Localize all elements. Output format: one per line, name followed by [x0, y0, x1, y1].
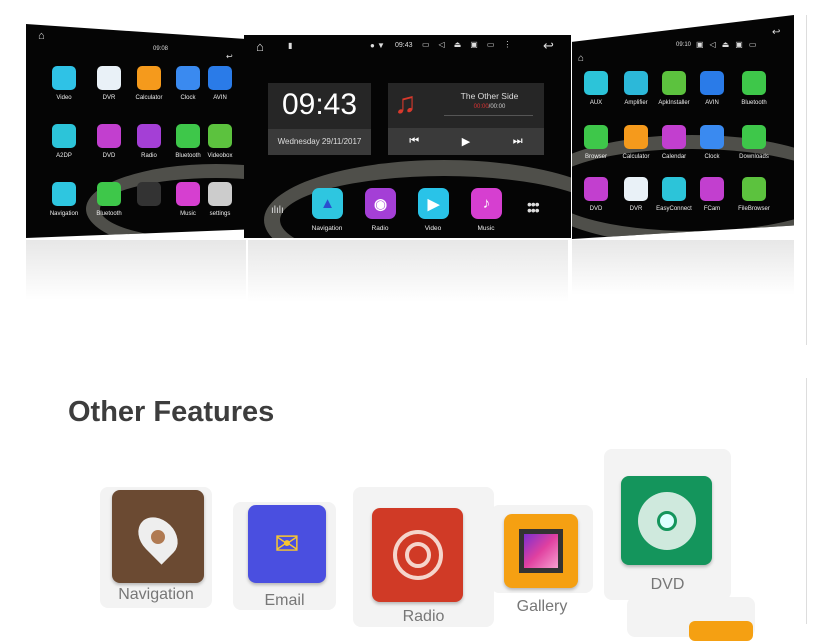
app-icon[interactable] [137, 66, 161, 90]
app-icon[interactable] [624, 177, 648, 201]
app-label: Bluetooth [96, 211, 122, 217]
app-label: FileBrowser [738, 206, 770, 212]
app-icon[interactable] [742, 177, 766, 201]
app-icon[interactable] [52, 66, 76, 90]
play-icon[interactable]: ▶ [462, 135, 470, 148]
app-icon[interactable] [584, 71, 608, 95]
podcast-icon[interactable]: ◉ [365, 188, 396, 219]
track-total: /00:00 [488, 104, 506, 110]
home-icon[interactable]: ⌂ [38, 30, 45, 42]
clock-time: 09:43 [281, 88, 358, 121]
app-label: A2DP [56, 153, 72, 159]
navigation-arrow-icon[interactable]: ▲ [312, 188, 343, 219]
equalizer-icon[interactable]: ılılı [271, 205, 284, 216]
track-title: The Other Side [460, 91, 519, 101]
app-icon[interactable] [742, 125, 766, 149]
app-icon[interactable] [208, 66, 232, 90]
back-icon[interactable]: ↩ [772, 27, 780, 38]
disc-icon [621, 476, 712, 565]
radio-signal-icon [372, 508, 463, 602]
clock-date: Wednesday 29/11/2017 [268, 129, 371, 155]
status-icons[interactable]: ▣◁⏏▣▭ [696, 40, 762, 49]
home-icon[interactable]: ⌂ [256, 39, 264, 54]
status-time: 09:08 [153, 46, 169, 52]
app-label: Videobox [207, 153, 233, 159]
music-widget[interactable]: ♫ The Other Side 00:00/00:00 ⏮ ▶ ⏭ [388, 83, 544, 155]
feature-label: Gallery [516, 598, 568, 615]
map-pin-icon [112, 490, 204, 583]
left-screen: ⌂ 09:08 ↩ Video DVR Calculator Clock AVI… [26, 24, 246, 238]
music-note-icon[interactable]: ♪ [471, 188, 502, 219]
app-icon[interactable] [700, 177, 724, 201]
right-screen-reflection [572, 240, 794, 295]
app-label: Video [56, 95, 72, 101]
app-icon[interactable] [584, 177, 608, 201]
back-icon[interactable]: ↩ [543, 38, 554, 54]
clapperboard-icon[interactable]: ▶ [418, 188, 449, 219]
app-icon[interactable] [137, 182, 161, 206]
app-icon[interactable] [584, 125, 608, 149]
app-label: settings [209, 211, 231, 217]
music-note-icon: ♫ [394, 87, 417, 120]
app-label: Bluetooth [741, 100, 767, 106]
dock-label: Radio [371, 225, 389, 232]
track-progress[interactable] [444, 115, 533, 116]
app-icon[interactable] [208, 124, 232, 148]
next-icon[interactable]: ⏭ [513, 135, 523, 148]
app-icon[interactable] [176, 124, 200, 148]
previous-icon[interactable]: ⏮ [409, 135, 419, 148]
track-elapsed: 00:00 [473, 104, 489, 110]
app-icon[interactable] [176, 182, 200, 206]
app-drawer-icon[interactable]: ••• ••• [527, 197, 540, 217]
home-icon[interactable]: ⌂ [578, 53, 584, 64]
app-label: Navigation [49, 211, 79, 217]
app-icon[interactable] [208, 182, 232, 206]
features-title: Other Features [68, 396, 275, 428]
app-icon[interactable] [52, 124, 76, 148]
sd-card-icon: ▮ [288, 41, 293, 50]
dock-label: Navigation [311, 225, 343, 232]
app-icon[interactable] [176, 66, 200, 90]
feature-label: Navigation [118, 586, 194, 603]
feature-label: Radio [402, 608, 445, 625]
app-icon[interactable] [52, 182, 76, 206]
status-time: 09:43 [395, 42, 413, 49]
feature-label: DVD [650, 576, 685, 593]
status-time: 09:10 [676, 42, 692, 48]
center-screen: ⌂ ▮ ● ▼ 09:43 ▭◁⏏▣▭⋮ ↩ 09:43 Wednesday 2… [244, 35, 571, 238]
center-screen-reflection [248, 240, 568, 302]
app-icon[interactable] [742, 71, 766, 95]
app-icon[interactable] [97, 66, 121, 90]
app-icon[interactable] [97, 124, 121, 148]
right-screen: ⌂ 09:10 ▣◁⏏▣▭ ↩ AUX Amplifier ApkInstall… [572, 15, 794, 239]
app-icon[interactable] [137, 124, 161, 148]
app-icon[interactable] [700, 125, 724, 149]
clock-widget[interactable]: 09:43 Wednesday 29/11/2017 [268, 83, 371, 155]
feature-label: Email [264, 592, 305, 609]
app-icon[interactable] [700, 71, 724, 95]
divider-line [806, 378, 807, 624]
feature-card-partial [627, 597, 755, 641]
dock-label: Music [477, 225, 495, 232]
app-icon[interactable] [662, 71, 686, 95]
envelope-icon: ✉ [248, 505, 326, 583]
app-icon[interactable] [662, 125, 686, 149]
location-wifi-icon: ● ▼ [370, 41, 385, 50]
app-icon[interactable] [662, 177, 686, 201]
picture-frame-icon [504, 514, 578, 588]
dock-label: Video [424, 225, 442, 232]
app-label: AVIN [213, 95, 227, 101]
divider-line [806, 15, 807, 345]
app-icon[interactable] [624, 71, 648, 95]
app-icon[interactable] [624, 125, 648, 149]
app-icon[interactable] [97, 182, 121, 206]
back-icon[interactable]: ↩ [226, 52, 233, 61]
left-screen-reflection [26, 240, 246, 300]
status-icons[interactable]: ▭◁⏏▣▭⋮ [422, 40, 520, 49]
app-label: Downloads [739, 154, 769, 160]
